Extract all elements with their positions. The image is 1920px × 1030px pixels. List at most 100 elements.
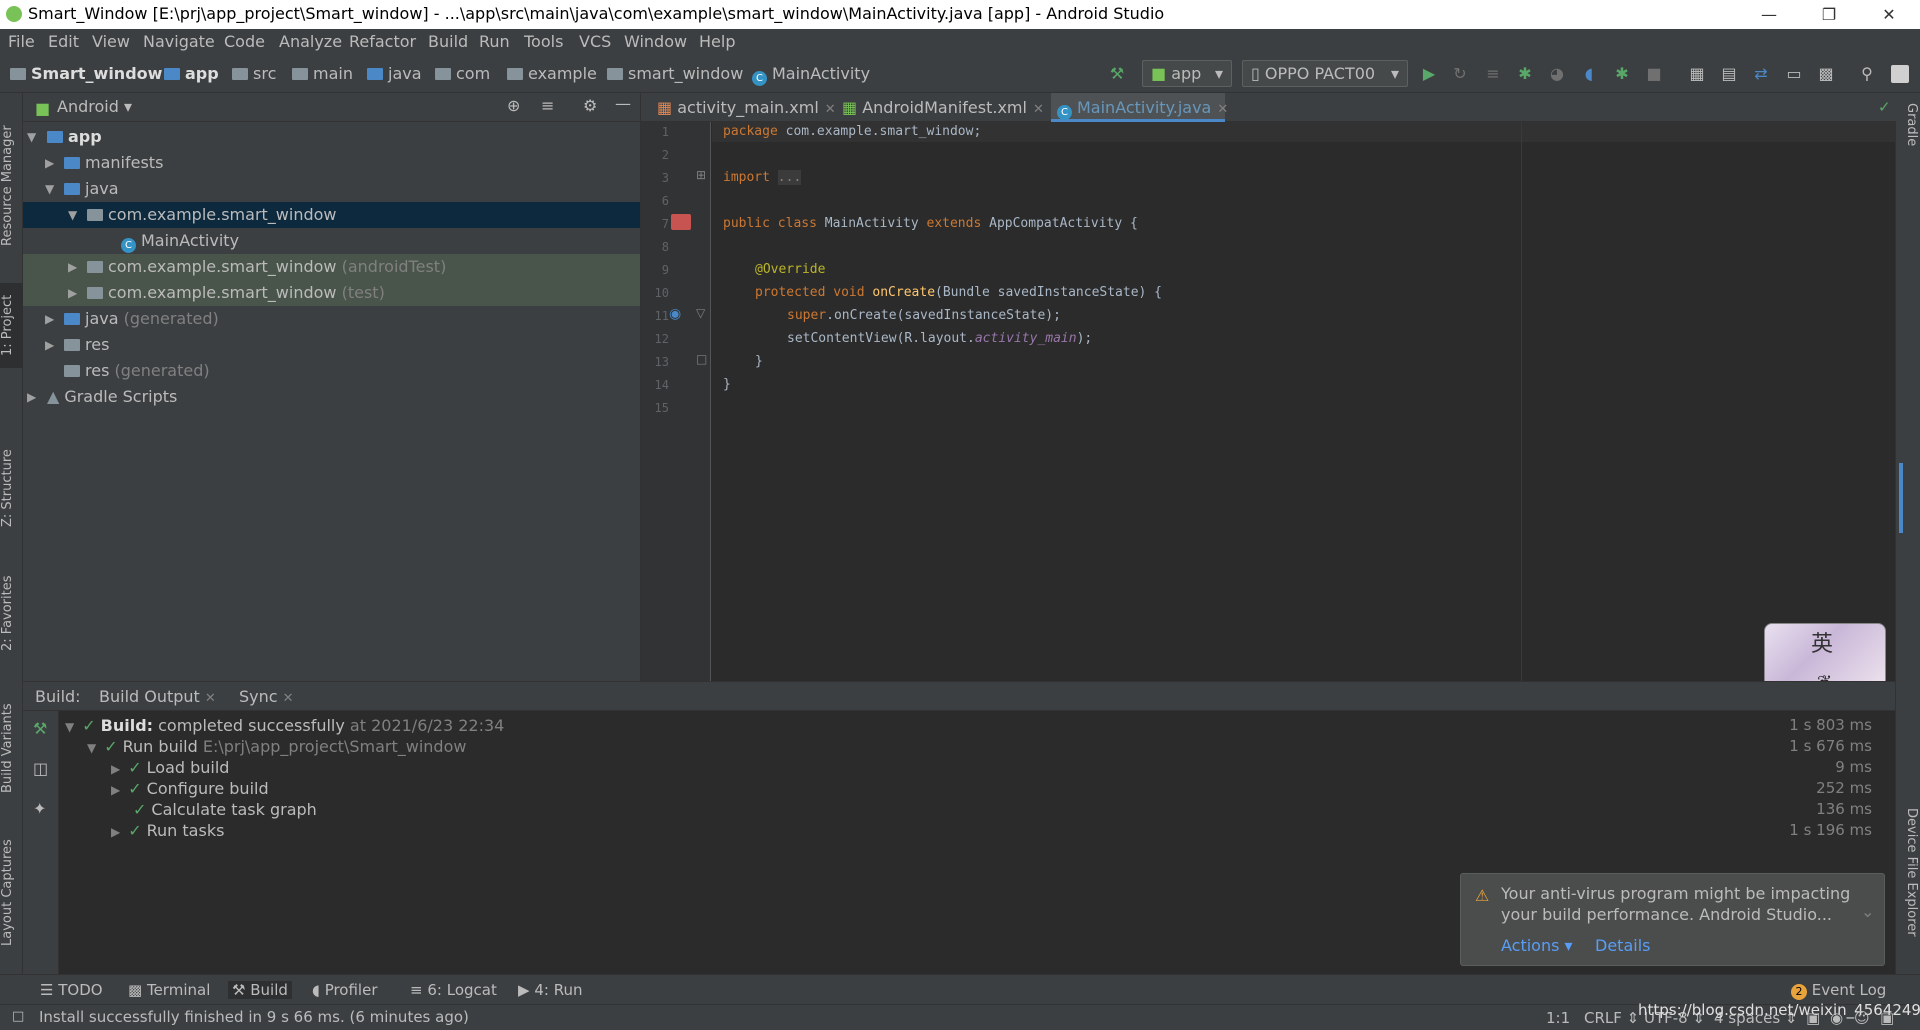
fold-icon[interactable]: □ [696, 352, 707, 366]
menu-refactor[interactable]: Refactor [349, 32, 416, 51]
gear-icon[interactable]: ⚙ [583, 96, 597, 115]
expanded-arrow-icon[interactable]: ▼ [68, 202, 80, 228]
git-icon[interactable]: ◉ [1830, 1009, 1843, 1027]
collapsed-arrow-icon[interactable]: ▶ [111, 825, 120, 839]
menu-edit[interactable]: Edit [48, 32, 79, 51]
tree-item-app[interactable]: ▼ app [23, 124, 640, 150]
avd-manager-icon[interactable]: ▭ [1785, 65, 1803, 83]
expanded-arrow-icon[interactable]: ▼ [87, 741, 96, 755]
hammer-icon[interactable]: ⚒ [33, 719, 47, 738]
menu-navigate[interactable]: Navigate [143, 32, 215, 51]
resource-manager-tab[interactable]: Resource Manager [0, 111, 23, 261]
apply-changes-icon[interactable]: ↻ [1451, 65, 1469, 83]
menu-view[interactable]: View [92, 32, 130, 51]
breadcrumb-src[interactable]: src [232, 64, 276, 83]
status-toggle-icon[interactable]: □ [12, 1009, 24, 1024]
build-row-run-tasks[interactable]: ▶ ✓ Run tasks [111, 820, 224, 841]
event-log-tab[interactable]: 2 Event Log [1791, 981, 1886, 1000]
build-row-run-build[interactable]: ▼ ✓ Run build E:\prj\app_project\Smart_win… [87, 736, 466, 757]
override-marker-icon[interactable]: ◉ [669, 306, 681, 322]
debug-icon[interactable]: ✱ [1516, 65, 1534, 83]
inspector-icon[interactable]: ☺ [1854, 1009, 1870, 1027]
device-file-explorer-tab[interactable]: Device File Explorer [1899, 808, 1919, 968]
breadcrumb-app[interactable]: app [164, 64, 219, 83]
fold-icon[interactable]: ▽ [696, 306, 705, 320]
build-row-root[interactable]: ▼ ✓ Build: completed successfully at 2021/… [65, 715, 504, 736]
menu-file[interactable]: File [8, 32, 35, 51]
menu-build[interactable]: Build [428, 32, 468, 51]
toggle-view-icon[interactable]: ◫ [33, 759, 48, 778]
restore-button[interactable]: ❐ [1800, 0, 1858, 29]
close-tab-icon[interactable]: ✕ [825, 102, 836, 117]
profiler-tab[interactable]: ◖ Profiler [312, 981, 378, 999]
close-tab-icon[interactable]: ✕ [1217, 102, 1228, 117]
tree-item-mainactivity[interactable]: C MainActivity [23, 228, 640, 254]
memory-icon[interactable]: ▣ [1880, 1009, 1894, 1027]
breadcrumb-project[interactable]: Smart_window [10, 64, 162, 83]
build-row-task-graph[interactable]: ✓ Calculate task graph [133, 799, 317, 820]
stop-icon[interactable]: ■ [1645, 65, 1663, 83]
collapsed-arrow-icon[interactable]: ▶ [45, 150, 57, 176]
collapse-all-icon[interactable]: ≡ [541, 96, 554, 115]
coverage-icon[interactable]: ◕ [1548, 65, 1566, 83]
device-select[interactable]: ▯ OPPO PACT00 ▾ [1242, 60, 1408, 87]
profile-icon[interactable]: ◖ [1580, 65, 1598, 83]
attach-debugger-icon[interactable]: ✱ [1613, 65, 1631, 83]
pin-icon[interactable]: ✦ [33, 799, 46, 818]
layout-inspector-icon[interactable]: ▤ [1720, 65, 1738, 83]
menu-tools[interactable]: Tools [524, 32, 563, 51]
breadcrumb-example[interactable]: example [507, 64, 597, 83]
search-icon[interactable]: ⚲ [1858, 65, 1876, 83]
tree-item-res[interactable]: ▶ res [23, 332, 640, 358]
breadcrumb-com[interactable]: com [435, 64, 490, 83]
gradle-tab[interactable]: Gradle [1899, 103, 1919, 163]
layout-captures-tab[interactable]: Layout Captures [0, 828, 23, 958]
build-row-load-build[interactable]: ▶ ✓ Load build [111, 757, 229, 778]
fold-icon[interactable]: ⊞ [696, 168, 706, 182]
activity-layout-icon[interactable] [671, 214, 691, 230]
terminal-tab[interactable]: ▩ Terminal [128, 981, 210, 999]
tree-item-res-generated[interactable]: res (generated) [23, 358, 640, 384]
collapsed-arrow-icon[interactable]: ▶ [68, 254, 80, 280]
lock-icon[interactable]: ▣ [1806, 1009, 1820, 1027]
build-tab[interactable]: ⚒ Build [228, 981, 292, 999]
minimize-button[interactable]: — [1740, 0, 1798, 29]
favorites-tab[interactable]: 2: Favorites [0, 563, 23, 663]
line-separator[interactable]: CRLF ⇕ [1584, 1009, 1639, 1027]
run-icon[interactable]: ▶ [1420, 65, 1438, 83]
close-button[interactable]: ✕ [1860, 0, 1918, 29]
close-tab-icon[interactable]: ✕ [1033, 102, 1044, 117]
tab-android-manifest[interactable]: ▦ AndroidManifest.xml ✕ [836, 93, 1050, 122]
expand-chevron-icon[interactable]: ⌄ [1861, 902, 1874, 921]
sync-gradle-icon[interactable]: ⇄ [1752, 65, 1770, 83]
menu-vcs[interactable]: VCS [579, 32, 611, 51]
account-icon[interactable] [1891, 65, 1909, 83]
apply-code-changes-icon[interactable]: ≡ [1484, 65, 1502, 83]
project-view-select[interactable]: Android ▾ [57, 97, 132, 116]
collapsed-arrow-icon[interactable]: ▶ [68, 280, 80, 306]
project-structure-icon[interactable]: ▦ [1688, 65, 1706, 83]
actions-link[interactable]: Actions ▾ [1501, 936, 1573, 955]
tab-sync[interactable]: Sync ✕ [239, 687, 294, 706]
breadcrumb-java[interactable]: java [367, 64, 422, 83]
expanded-arrow-icon[interactable]: ▼ [65, 720, 74, 734]
tree-item-manifests[interactable]: ▶ manifests [23, 150, 640, 176]
project-tab[interactable]: 1: Project [0, 283, 23, 368]
tree-item-package-test[interactable]: ▶ com.example.smart_window (test) [23, 280, 640, 306]
details-link[interactable]: Details [1595, 936, 1650, 955]
logcat-tab[interactable]: ≡ 6: Logcat [410, 981, 497, 999]
menu-help[interactable]: Help [699, 32, 735, 51]
tree-item-java-generated[interactable]: ▶ java (generated) [23, 306, 640, 332]
structure-tab[interactable]: Z: Structure [0, 438, 23, 538]
caret-position[interactable]: 1:1 [1546, 1009, 1570, 1027]
tab-activity-main-xml[interactable]: ▦ activity_main.xml ✕ [651, 93, 842, 122]
menu-run[interactable]: Run [479, 32, 510, 51]
run-tab[interactable]: ▶ 4: Run [518, 981, 582, 999]
collapsed-arrow-icon[interactable]: ▶ [45, 306, 57, 332]
menu-analyze[interactable]: Analyze [279, 32, 342, 51]
breadcrumb-main[interactable]: main [292, 64, 353, 83]
breadcrumb-mainactivity[interactable]: C MainActivity [752, 64, 870, 86]
expanded-arrow-icon[interactable]: ▼ [45, 176, 57, 202]
tree-item-java[interactable]: ▼ java [23, 176, 640, 202]
tree-item-gradle-scripts[interactable]: ▶ ▲ Gradle Scripts [23, 384, 640, 410]
